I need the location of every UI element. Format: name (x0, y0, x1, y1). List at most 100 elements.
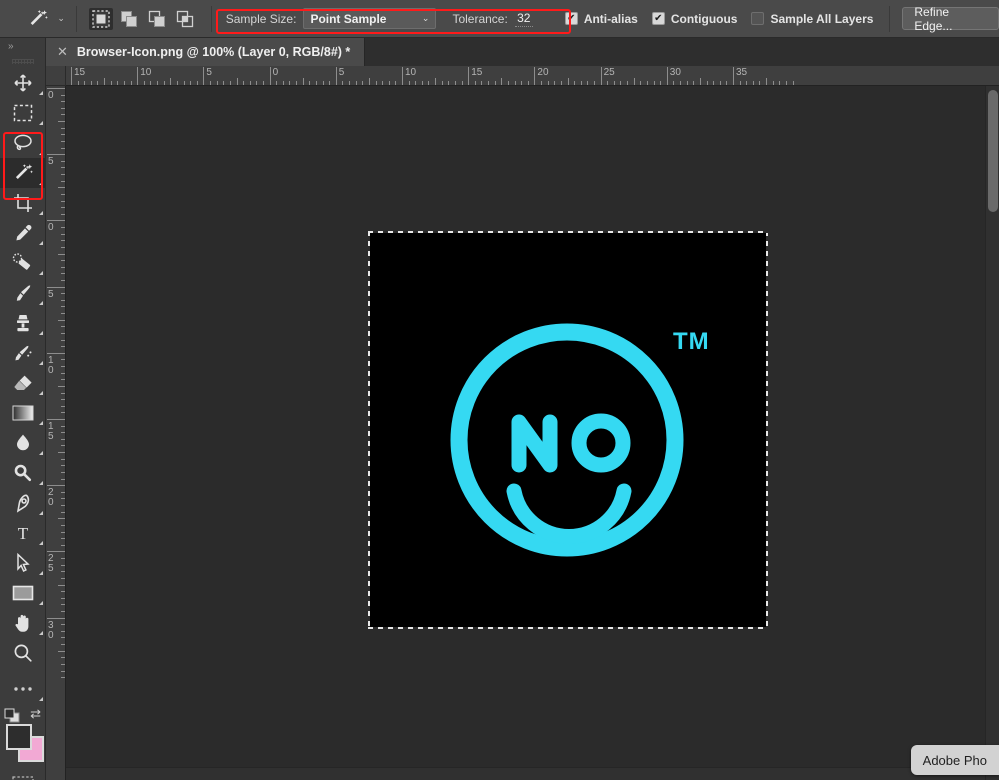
ruler-tick-minor (58, 518, 65, 519)
ruler-label: 30 (670, 67, 681, 78)
ruler-label: 5 (48, 290, 57, 300)
ruler-tick-minor (61, 439, 65, 440)
sidebar-tool-brush[interactable] (0, 278, 46, 308)
ruler-tick-minor (435, 78, 436, 85)
add-to-selection-button[interactable] (117, 8, 141, 30)
refine-edge-button[interactable]: Refine Edge... (902, 7, 999, 30)
sidebar-tool-gradient[interactable] (0, 398, 46, 428)
intersect-selection-button[interactable] (173, 8, 197, 30)
contiguous-checkbox[interactable]: ✔ Contiguous (652, 12, 738, 26)
ruler-tick-minor (61, 346, 65, 347)
ruler-tick-minor (61, 571, 65, 572)
ruler-tick-minor (700, 78, 701, 85)
ruler-tick-minor (61, 306, 65, 307)
tool-menu-triangle-icon (39, 481, 43, 485)
ruler-label: 30 (48, 621, 57, 641)
sidebar-tool-hand[interactable] (0, 608, 46, 638)
new-selection-button[interactable] (89, 8, 113, 30)
anti-alias-label: Anti-alias (584, 12, 638, 26)
taskbar-app-button[interactable]: Adobe Pho (911, 745, 999, 775)
tool-menu-triangle-icon (39, 331, 43, 335)
magic-wand-icon[interactable] (22, 0, 54, 38)
tool-preset-chevron-icon[interactable]: ⌄ (54, 0, 67, 38)
horizontal-ruler[interactable]: 1510505101520253035 (66, 66, 999, 86)
ruler-tick-minor (654, 81, 655, 85)
vertical-scrollbar[interactable] (985, 86, 999, 780)
vertical-scrollbar-thumb[interactable] (988, 90, 998, 212)
ruler-tick-minor (61, 598, 65, 599)
ruler-tick-minor (356, 81, 357, 85)
artboard[interactable]: TM (369, 232, 767, 628)
ruler-tick-minor (415, 81, 416, 85)
ruler-tick-minor (707, 81, 708, 85)
sidebar-tool-edit-toolbar[interactable] (0, 674, 46, 704)
ruler-label: 20 (537, 67, 548, 78)
sidebar-tool-lasso[interactable] (0, 128, 46, 158)
ruler-tick-minor (104, 78, 105, 85)
sidebar-tool-shape[interactable] (0, 578, 46, 608)
ruler-tick-minor (61, 174, 65, 175)
sidebar-tool-healing-brush[interactable] (0, 248, 46, 278)
ruler-tick-minor (61, 333, 65, 334)
ruler-tick-minor (793, 81, 794, 85)
ruler-tick (468, 67, 469, 85)
toolbar-drag-handle[interactable] (0, 54, 45, 68)
sample-size-dropdown[interactable]: Point Sample ⌄ (303, 8, 436, 29)
ruler-tick-minor (660, 81, 661, 85)
close-icon[interactable]: ✕ (57, 44, 68, 60)
sidebar-tool-eyedropper[interactable] (0, 218, 46, 248)
canvas-area[interactable]: TM (66, 86, 999, 780)
vertical-ruler[interactable]: 05051015202530 (46, 86, 66, 780)
sidebar-tool-crop[interactable] (0, 188, 46, 218)
ruler-tick-minor (61, 611, 65, 612)
ruler-tick (47, 551, 65, 552)
ruler-label: 5 (339, 67, 345, 78)
ruler-tick-minor (61, 273, 65, 274)
quick-mask-button[interactable] (0, 776, 45, 780)
sidebar-tool-eraser[interactable] (0, 368, 46, 398)
ruler-tick-minor (61, 267, 65, 268)
sidebar-tool-clone-stamp[interactable] (0, 308, 46, 338)
ruler-tick-minor (210, 81, 211, 85)
sample-all-layers-checkbox[interactable]: Sample All Layers (751, 12, 873, 26)
ruler-tick-minor (349, 81, 350, 85)
foreground-color-swatch[interactable] (6, 724, 32, 750)
ruler-tick-minor (61, 657, 65, 658)
sidebar-tool-blur[interactable] (0, 428, 46, 458)
horizontal-scrollbar[interactable] (66, 767, 985, 780)
anti-alias-checkbox[interactable]: ✔ Anti-alias (565, 12, 638, 26)
sidebar-tool-pen[interactable] (0, 488, 46, 518)
ruler-tick (47, 220, 65, 221)
ruler-tick-minor (61, 558, 65, 559)
swap-colors-icon[interactable]: ⇄ (30, 706, 41, 722)
ruler-tick-minor (61, 631, 65, 632)
ruler-tick (270, 67, 271, 85)
ruler-tick-minor (61, 161, 65, 162)
ruler-tick-minor (61, 313, 65, 314)
tool-menu-triangle-icon (39, 511, 43, 515)
no-smiley-browser-icon: TM (369, 232, 767, 628)
sidebar-tool-type[interactable]: T (0, 518, 46, 548)
ruler-tick (402, 67, 403, 85)
ruler-tick-minor (395, 81, 396, 85)
sidebar-tool-history-brush[interactable] (0, 338, 46, 368)
sidebar-tool-dodge[interactable] (0, 458, 46, 488)
ruler-tick-minor (442, 81, 443, 85)
document-tab[interactable]: ✕ Browser-Icon.png @ 100% (Layer 0, RGB/… (46, 38, 365, 66)
sidebar-tool-move[interactable] (0, 68, 46, 98)
tolerance-input[interactable]: 32 (515, 11, 533, 27)
ruler-tick-minor (111, 81, 112, 85)
checkbox-icon: ✔ (565, 12, 578, 25)
subtract-from-selection-button[interactable] (145, 8, 169, 30)
sidebar-tool-marquee[interactable] (0, 98, 46, 128)
ruler-tick-minor (627, 81, 628, 85)
sidebar-tool-zoom[interactable] (0, 638, 46, 668)
ruler-corner[interactable] (46, 66, 66, 86)
sidebar-tool-magic-wand[interactable] (0, 158, 46, 188)
ruler-tick-minor (61, 214, 65, 215)
ruler-tick-minor (61, 181, 65, 182)
ruler-tick-minor (614, 81, 615, 85)
tool-menu-triangle-icon (39, 421, 43, 425)
collapse-panel-button[interactable]: » (0, 38, 45, 54)
sidebar-tool-path-selection[interactable] (0, 548, 46, 578)
